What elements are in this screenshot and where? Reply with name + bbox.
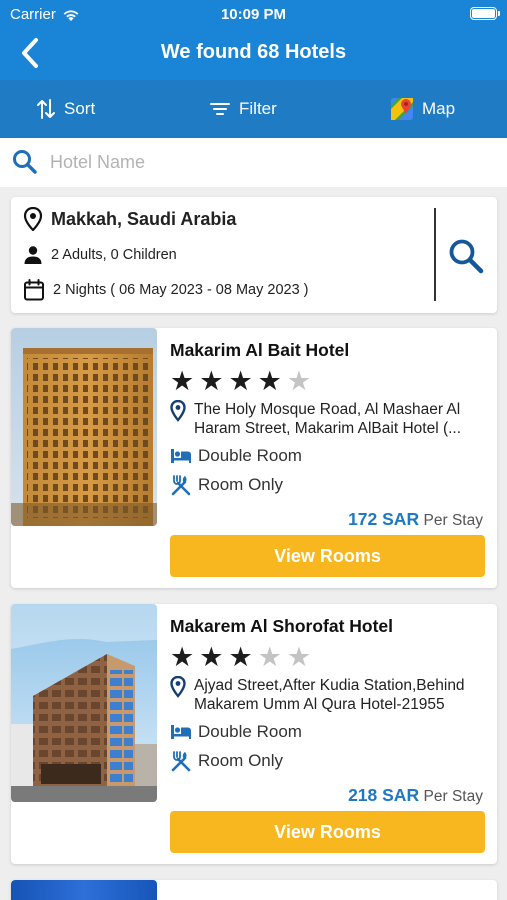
sort-label: Sort — [64, 99, 96, 118]
hotel-card[interactable]: Makarem Al Shorofat Hotel ★ ★ ★ ★ ★ Ajyad St… — [11, 604, 497, 864]
price-unit: Per Stay — [423, 512, 483, 529]
star-empty-icon: ★ — [257, 642, 282, 672]
meal-plan: Room Only — [170, 750, 283, 772]
map-button[interactable]: Map — [390, 80, 455, 138]
star-empty-icon: ★ — [286, 642, 312, 672]
status-bar: Carrier 10:09 PM — [0, 0, 507, 28]
hotel-price: 172 SAR Per Stay — [348, 509, 483, 530]
page-title: We found 68 Hotels — [160, 41, 347, 63]
modify-search-icon[interactable] — [447, 237, 485, 275]
map-icon — [391, 98, 413, 120]
hotel-name[interactable]: Makarim Al Bait Hotel — [170, 340, 349, 361]
search-icon — [13, 150, 37, 174]
filter-button[interactable]: Filter — [209, 80, 277, 138]
star-empty-icon: ★ — [286, 366, 312, 396]
star-rating: ★ ★ ★ ★ ★ — [170, 642, 312, 672]
star-filled-icon: ★ — [257, 366, 282, 396]
room-type-text: Double Room — [198, 446, 302, 465]
location-pin-icon — [170, 400, 186, 422]
price-value: 218 SAR — [348, 785, 420, 805]
star-filled-icon: ★ — [199, 366, 224, 396]
star-filled-icon: ★ — [199, 642, 224, 672]
star-filled-icon: ★ — [228, 366, 253, 396]
app-header: Carrier 10:09 PM We found 68 Hotels — [0, 0, 507, 80]
star-filled-icon: ★ — [228, 642, 253, 672]
hotel-photo-makarem-al-shorofat[interactable] — [11, 604, 157, 802]
hotel-card[interactable]: Makarim Al Bait Hotel ★ ★ ★ ★ ★ The Holy Mos… — [11, 328, 497, 588]
summary-divider — [434, 208, 436, 301]
hotel-card-partial[interactable] — [11, 880, 497, 900]
location-pin-icon — [170, 676, 186, 698]
hotel-search-bar — [0, 138, 507, 187]
view-rooms-button[interactable]: View Rooms — [170, 535, 485, 577]
search-summary-card: Makkah, Saudi Arabia 2 Adults, 0 Childre… — [11, 197, 497, 313]
battery-icon — [470, 7, 500, 20]
summary-location: Makkah, Saudi Arabia — [23, 207, 236, 231]
fork-knife-icon — [171, 751, 191, 772]
sort-icon — [37, 99, 55, 119]
hotel-price: 218 SAR Per Stay — [348, 785, 483, 806]
address-text: Ajyad Street,After Kudia Station,Behind … — [194, 677, 465, 713]
hotel-name[interactable]: Makarem Al Shorofat Hotel — [170, 616, 393, 637]
person-icon — [24, 246, 42, 264]
star-rating: ★ ★ ★ ★ ★ — [170, 366, 312, 396]
address-text: The Holy Mosque Road, Al Mashaer Al Hara… — [194, 401, 462, 437]
sort-button[interactable]: Sort — [36, 80, 95, 138]
sort-filter-toolbar: Sort Filter Map — [0, 80, 507, 138]
summary-guests: 2 Adults, 0 Children — [23, 245, 177, 265]
meal-plan: Room Only — [170, 474, 283, 496]
price-unit: Per Stay — [423, 788, 483, 805]
guests-text: 2 Adults, 0 Children — [51, 247, 177, 263]
summary-dates: 2 Nights ( 06 May 2023 - 08 May 2023 ) — [23, 279, 309, 301]
hotel-photo-makarim-al-bait[interactable] — [11, 328, 157, 526]
status-time: 10:09 PM — [220, 6, 287, 23]
price-value: 172 SAR — [348, 509, 420, 529]
hotel-photo-partial[interactable] — [11, 880, 157, 900]
filter-label: Filter — [239, 99, 277, 118]
nights-text: 2 Nights ( 06 May 2023 - 08 May 2023 ) — [53, 282, 309, 298]
room-type: Double Room — [170, 722, 302, 742]
meal-plan-text: Room Only — [198, 475, 284, 494]
location-pin-icon — [23, 207, 43, 231]
bed-icon — [171, 449, 191, 463]
star-filled-icon: ★ — [170, 642, 195, 672]
filter-icon — [210, 103, 230, 115]
hotel-address: Ajyad Street,After Kudia Station,Behind … — [170, 676, 490, 714]
location-text: Makkah, Saudi Arabia — [51, 208, 237, 229]
meal-plan-text: Room Only — [198, 751, 284, 770]
room-type-text: Double Room — [198, 722, 302, 741]
view-rooms-button[interactable]: View Rooms — [170, 811, 485, 853]
bed-icon — [171, 725, 191, 739]
fork-knife-icon — [171, 475, 191, 496]
calendar-icon — [24, 279, 44, 301]
hotel-name-input[interactable] — [50, 146, 490, 178]
room-type: Double Room — [170, 446, 302, 466]
hotel-address: The Holy Mosque Road, Al Mashaer Al Hara… — [170, 400, 490, 438]
star-filled-icon: ★ — [170, 366, 195, 396]
map-label: Map — [422, 99, 456, 118]
